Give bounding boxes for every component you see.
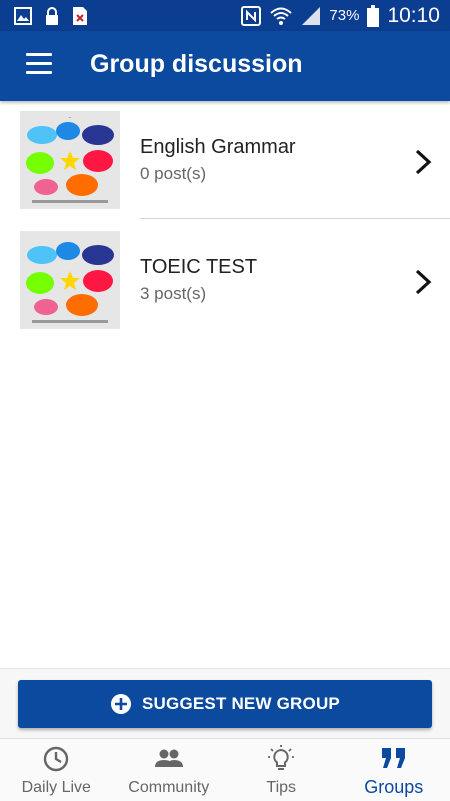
clock-time: 10:10 — [387, 3, 440, 29]
suggest-new-group-button[interactable]: SUGGEST NEW GROUP — [18, 680, 432, 728]
signal-icon — [301, 6, 321, 26]
group-name: English Grammar — [140, 136, 296, 159]
status-right: 73% 10:10 — [241, 3, 440, 29]
menu-button[interactable] — [26, 53, 54, 75]
lock-icon — [44, 6, 60, 26]
group-thumbnail: ~ — [20, 111, 120, 209]
page-title: Group discussion — [90, 50, 303, 79]
group-item-toeic-test[interactable]: TOEIC TEST 3 post(s) — [0, 223, 450, 341]
battery-icon — [367, 5, 379, 27]
suggest-area: SUGGEST NEW GROUP — [0, 668, 450, 739]
suggest-button-label: SUGGEST NEW GROUP — [142, 694, 340, 714]
group-post-count: 0 post(s) — [140, 164, 206, 184]
wifi-icon — [269, 6, 293, 26]
status-bar: 73% 10:10 — [0, 0, 450, 31]
nav-item-community[interactable]: Community — [113, 739, 226, 801]
nav-item-tips[interactable]: Tips — [225, 739, 338, 801]
divider — [140, 218, 450, 219]
chevron-right-icon — [412, 148, 434, 176]
svg-text:~: ~ — [69, 116, 72, 121]
chevron-right-icon — [412, 268, 434, 296]
plus-circle-icon — [110, 693, 132, 715]
status-left-icons — [14, 6, 88, 26]
app-bar: Group discussion — [0, 31, 450, 101]
battery-percent: 73% — [329, 3, 359, 29]
nav-label: Tips — [225, 779, 338, 797]
quote-icon — [379, 745, 409, 773]
file-error-icon — [72, 6, 88, 26]
people-icon — [154, 745, 184, 773]
group-item-english-grammar[interactable]: ~ English Grammar 0 post(s) — [0, 103, 450, 221]
nav-label: Daily Live — [0, 779, 113, 797]
nfc-icon — [241, 6, 261, 26]
nav-label: Groups — [338, 777, 450, 798]
nav-label: Community — [113, 779, 226, 797]
group-thumbnail — [20, 231, 120, 329]
group-name: TOEIC TEST — [140, 256, 257, 279]
bottom-nav: Daily Live Community Tips Groups — [0, 738, 450, 801]
group-post-count: 3 post(s) — [140, 284, 206, 304]
lightbulb-icon — [266, 745, 296, 773]
image-icon — [14, 7, 32, 25]
nav-item-daily-live[interactable]: Daily Live — [0, 739, 113, 801]
nav-item-groups[interactable]: Groups — [338, 739, 450, 801]
clock-icon — [41, 745, 71, 773]
